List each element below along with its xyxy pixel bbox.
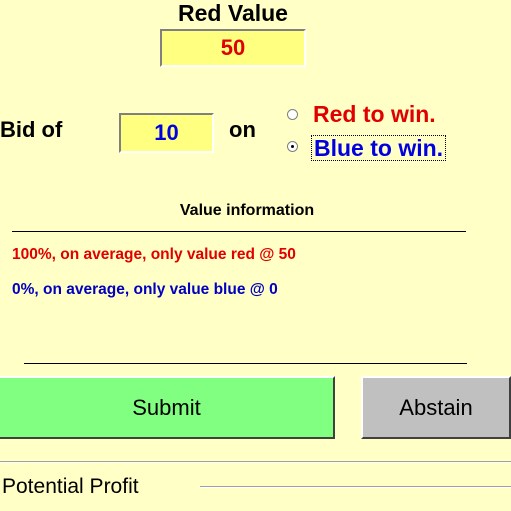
divider: [24, 363, 467, 364]
blue-to-win-radio[interactable]: [287, 141, 298, 152]
profit-groupbox-line-highlight: [200, 487, 511, 488]
divider: [12, 231, 466, 232]
red-value-info: 100%, on average, only value red @ 50: [12, 246, 296, 263]
red-value-title: Red Value: [178, 0, 288, 26]
red-to-win-label[interactable]: Red to win.: [313, 101, 436, 127]
blue-value-info: 0%, on average, only value blue @ 0: [12, 281, 278, 298]
potential-profit-label: Potential Profit: [2, 475, 142, 499]
on-label: on: [229, 117, 256, 142]
bid-label: Bid of: [0, 117, 63, 142]
red-value-display: 50: [160, 29, 306, 67]
abstain-button[interactable]: Abstain: [361, 376, 511, 439]
red-to-win-radio[interactable]: [287, 109, 298, 120]
bid-amount-input[interactable]: 10: [119, 113, 214, 153]
separator-highlight: [0, 462, 511, 463]
submit-button[interactable]: Submit: [0, 376, 335, 439]
blue-to-win-label[interactable]: Blue to win.: [311, 135, 447, 161]
value-info-title: Value information: [179, 202, 315, 219]
